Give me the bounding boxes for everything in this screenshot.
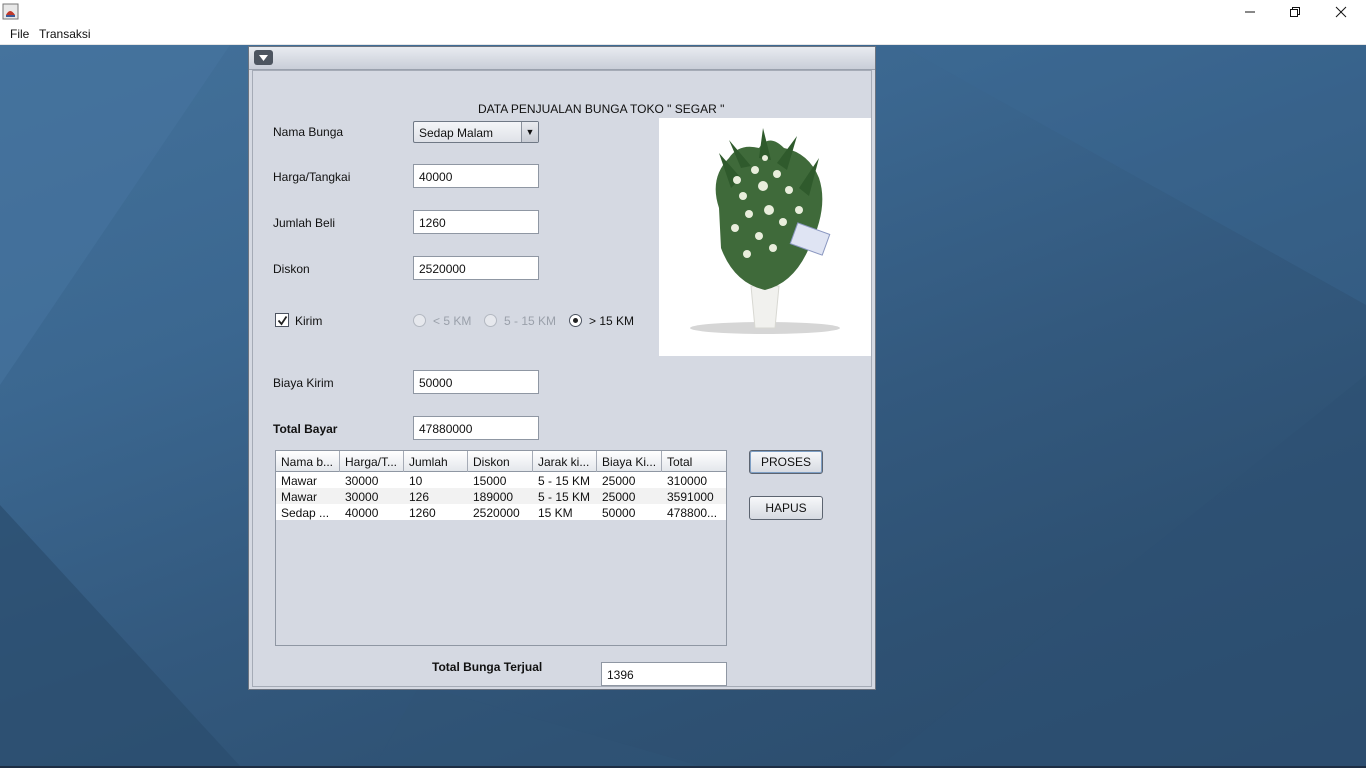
- table-cell: Mawar: [281, 490, 318, 504]
- kirim-checkbox[interactable]: [275, 313, 289, 327]
- table-cell: 25000: [602, 474, 636, 488]
- column-header[interactable]: Biaya Ki...: [597, 451, 662, 472]
- restore-button[interactable]: [1272, 0, 1318, 23]
- biaya-kirim-field[interactable]: 50000: [413, 370, 539, 394]
- internal-frame: DATA PENJUALAN BUNGA TOKO " SEGAR " Nama…: [248, 46, 876, 690]
- table-cell: 40000: [345, 506, 379, 520]
- table-cell: 2520000: [473, 506, 520, 520]
- nama-bunga-combobox[interactable]: Sedap Malam ▼: [413, 121, 539, 143]
- total-terjual-field[interactable]: 1396: [601, 662, 727, 686]
- nama-bunga-label: Nama Bunga: [273, 125, 344, 139]
- flower-image: [659, 118, 871, 356]
- proses-button[interactable]: PROSES: [749, 450, 823, 474]
- table-header: Nama b... Harga/T... Jumlah Diskon Jarak…: [276, 451, 726, 472]
- table-cell: 310000: [667, 474, 708, 488]
- table-cell: 5 - 15 KM: [538, 490, 591, 504]
- menu-transaksi[interactable]: Transaksi: [39, 27, 91, 41]
- column-header[interactable]: Total: [662, 451, 726, 472]
- table-cell: 189000: [473, 490, 514, 504]
- close-button[interactable]: [1318, 0, 1364, 23]
- hapus-button[interactable]: HAPUS: [749, 496, 823, 520]
- table-row[interactable]: Mawar 30000 126 189000 5 - 15 KM 25000 3…: [276, 488, 726, 504]
- table-cell: 30000: [345, 490, 379, 504]
- form-panel: DATA PENJUALAN BUNGA TOKO " SEGAR " Nama…: [252, 70, 872, 687]
- table-row[interactable]: Mawar 30000 10 15000 5 - 15 KM 25000 310…: [276, 472, 726, 488]
- frame-titlebar: [249, 47, 875, 70]
- table-cell: 1260: [409, 506, 436, 520]
- column-header[interactable]: Diskon: [468, 451, 533, 472]
- kirim-label: Kirim: [295, 314, 323, 328]
- table-cell: 50000: [602, 506, 636, 520]
- column-header[interactable]: Nama b...: [276, 451, 340, 472]
- table-cell: 3591000: [667, 490, 714, 504]
- radio-under-5km-label: < 5 KM: [433, 314, 472, 328]
- column-header[interactable]: Harga/T...: [340, 451, 404, 472]
- restore-icon: [1290, 6, 1300, 17]
- page-title: DATA PENJUALAN BUNGA TOKO " SEGAR ": [478, 102, 725, 116]
- nama-bunga-selected: Sedap Malam: [419, 126, 494, 140]
- table-cell: 15 KM: [538, 506, 573, 520]
- check-icon: [277, 315, 287, 325]
- table-body: Mawar 30000 10 15000 5 - 15 KM 25000 310…: [276, 472, 726, 520]
- menu-file[interactable]: File: [10, 27, 29, 41]
- total-bayar-field[interactable]: 47880000: [413, 416, 539, 440]
- sales-table[interactable]: Nama b... Harga/T... Jumlah Diskon Jarak…: [275, 450, 727, 646]
- radio-under-5km[interactable]: [413, 314, 426, 327]
- table-cell: 30000: [345, 474, 379, 488]
- table-row[interactable]: Sedap ... 40000 1260 2520000 15 KM 50000…: [276, 504, 726, 520]
- frame-menu-button[interactable]: [254, 50, 273, 65]
- chevron-down-icon: [259, 54, 268, 61]
- flower-bouquet-illustration: [690, 128, 840, 334]
- radio-5-15km-label: 5 - 15 KM: [504, 314, 557, 328]
- table-cell: 478800...: [667, 506, 718, 520]
- jumlah-label: Jumlah Beli: [273, 216, 336, 230]
- harga-field[interactable]: 40000: [413, 164, 539, 188]
- jumlah-field[interactable]: 1260: [413, 210, 539, 234]
- harga-label: Harga/Tangkai: [273, 170, 351, 184]
- table-cell: Sedap ...: [281, 506, 330, 520]
- radio-over-15km[interactable]: [569, 314, 582, 327]
- column-header[interactable]: Jumlah: [404, 451, 468, 472]
- radio-5-15km[interactable]: [484, 314, 497, 327]
- table-cell: 5 - 15 KM: [538, 474, 591, 488]
- menu-bar: File Transaksi: [0, 23, 1366, 45]
- java-app-icon: [2, 3, 19, 20]
- window-titlebar: [0, 0, 1366, 23]
- table-cell: 25000: [602, 490, 636, 504]
- diskon-field[interactable]: 2520000: [413, 256, 539, 280]
- total-terjual-label: Total Bunga Terjual: [432, 660, 543, 674]
- table-cell: 15000: [473, 474, 507, 488]
- minimize-icon: [1245, 11, 1255, 12]
- table-cell: Mawar: [281, 474, 318, 488]
- total-bayar-label: Total Bayar: [273, 422, 338, 436]
- biaya-kirim-label: Biaya Kirim: [273, 376, 334, 390]
- diskon-label: Diskon: [273, 262, 310, 276]
- column-header[interactable]: Jarak ki...: [533, 451, 597, 472]
- close-icon: [1335, 6, 1347, 17]
- chevron-down-icon[interactable]: ▼: [521, 122, 538, 142]
- table-cell: 126: [409, 490, 430, 504]
- radio-over-15km-label: > 15 KM: [589, 314, 635, 328]
- table-cell: 10: [409, 474, 423, 488]
- minimize-button[interactable]: [1227, 0, 1273, 23]
